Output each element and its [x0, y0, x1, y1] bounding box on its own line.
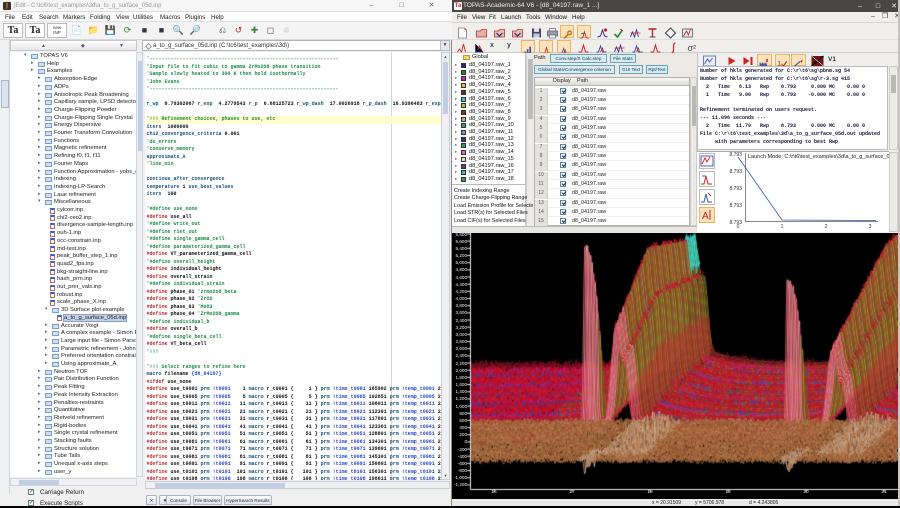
svg-text:σ²: σ²: [687, 43, 696, 53]
